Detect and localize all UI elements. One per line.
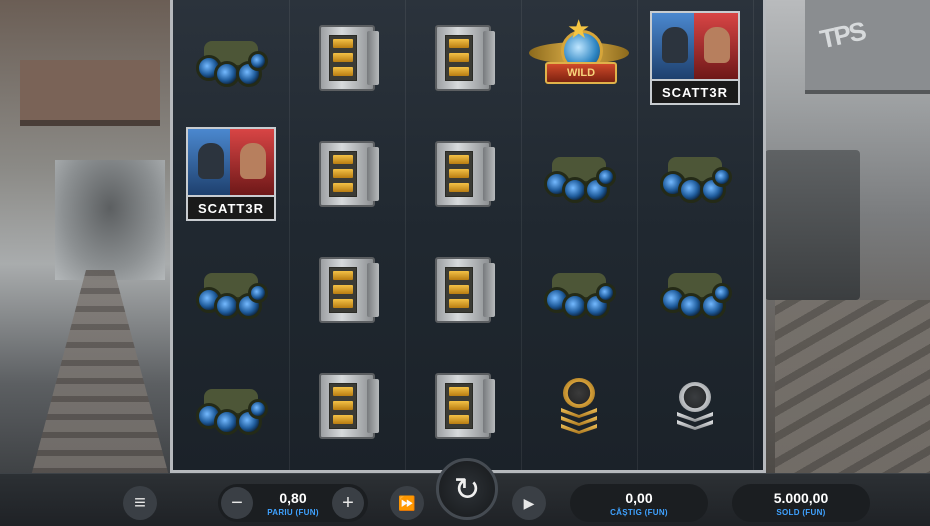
safe-symbol-icon	[319, 141, 379, 207]
win-panel: 0,00 CÂȘTIG (FUN)	[570, 484, 708, 522]
reel-cell	[289, 0, 405, 116]
balance-value: 5.000,00	[773, 489, 829, 506]
binoculars-symbol-icon	[196, 265, 268, 319]
binoculars-symbol-icon	[660, 149, 732, 203]
train-car	[765, 150, 860, 300]
increase-bet-button[interactable]: +	[332, 487, 364, 519]
reel-cell	[173, 348, 289, 464]
reel-2	[289, 0, 406, 470]
spin-icon: ↻	[453, 471, 481, 507]
bet-label: PARIU (FUN)	[267, 507, 319, 517]
plus-icon: +	[342, 491, 354, 514]
autoplay-button[interactable]: ▶	[512, 486, 546, 520]
silver-rank-badge-icon	[677, 382, 713, 430]
fast-forward-icon: ⏩	[398, 494, 416, 511]
reel-cell: ★ WILD	[521, 0, 637, 116]
reel-cell	[289, 116, 405, 232]
balance-label: SOLD (FUN)	[776, 507, 826, 517]
wild-symbol-icon: ★ WILD	[529, 14, 629, 94]
reel-cell	[637, 232, 753, 348]
subway-tunnel-scene	[0, 0, 175, 480]
reel-cell	[637, 348, 753, 464]
reel-cell	[405, 0, 521, 116]
win-label: CÂȘTIG (FUN)	[610, 507, 668, 517]
reel-cell	[405, 116, 521, 232]
brick-arch	[20, 60, 160, 126]
reel-grid: SCATT3R ★ WILD SCATT3R	[170, 0, 766, 473]
reel-cell	[405, 232, 521, 348]
binoculars-symbol-icon	[196, 381, 268, 435]
minus-icon: −	[231, 491, 243, 514]
reel-cell	[289, 348, 405, 464]
tunnel-opening	[55, 160, 165, 280]
bet-value: 0,80	[279, 489, 307, 506]
safe-symbol-icon	[319, 25, 379, 91]
win-value: 0,00	[625, 489, 653, 506]
gold-rank-badge-icon	[561, 378, 597, 434]
scatter-symbol-icon: SCATT3R	[650, 11, 740, 105]
reel-cell	[173, 232, 289, 348]
safe-symbol-icon	[319, 373, 379, 439]
scatter-symbol-icon: SCATT3R	[186, 127, 276, 221]
reel-cell	[289, 232, 405, 348]
reel-cell: SCATT3R	[173, 116, 289, 232]
reel-cell	[521, 232, 637, 348]
binoculars-symbol-icon	[544, 265, 616, 319]
rail-tracks	[30, 270, 170, 480]
hamburger-menu-icon: ≡	[134, 491, 146, 514]
reel-cell	[521, 116, 637, 232]
reel-cell	[521, 348, 637, 464]
reel-5: SCATT3R	[637, 0, 754, 470]
wild-label: WILD	[545, 62, 617, 84]
turbo-button[interactable]: ⏩	[390, 486, 424, 520]
play-icon: ▶	[523, 494, 535, 511]
balance-panel: 5.000,00 SOLD (FUN)	[732, 484, 870, 522]
rail-tracks-right	[775, 300, 930, 480]
spin-button[interactable]: ↻	[436, 458, 498, 520]
safe-symbol-icon	[435, 25, 495, 91]
safe-symbol-icon	[435, 373, 495, 439]
reel-cell	[637, 116, 753, 232]
decrease-bet-button[interactable]: −	[221, 487, 253, 519]
menu-button[interactable]: ≡	[123, 486, 157, 520]
reel-1: SCATT3R	[173, 0, 290, 470]
reel-3	[405, 0, 522, 470]
train-yard-scene: TPS	[765, 0, 930, 480]
reel-cell: SCATT3R	[637, 0, 753, 116]
reel-cell	[405, 348, 521, 464]
safe-symbol-icon	[319, 257, 379, 323]
reel-cell	[173, 0, 289, 116]
reel-4: ★ WILD	[521, 0, 638, 470]
binoculars-symbol-icon	[544, 149, 616, 203]
scatter-label: SCATT3R	[652, 79, 738, 103]
binoculars-symbol-icon	[660, 265, 732, 319]
binoculars-symbol-icon	[196, 33, 268, 87]
scatter-label: SCATT3R	[188, 195, 274, 219]
safe-symbol-icon	[435, 257, 495, 323]
safe-symbol-icon	[435, 141, 495, 207]
